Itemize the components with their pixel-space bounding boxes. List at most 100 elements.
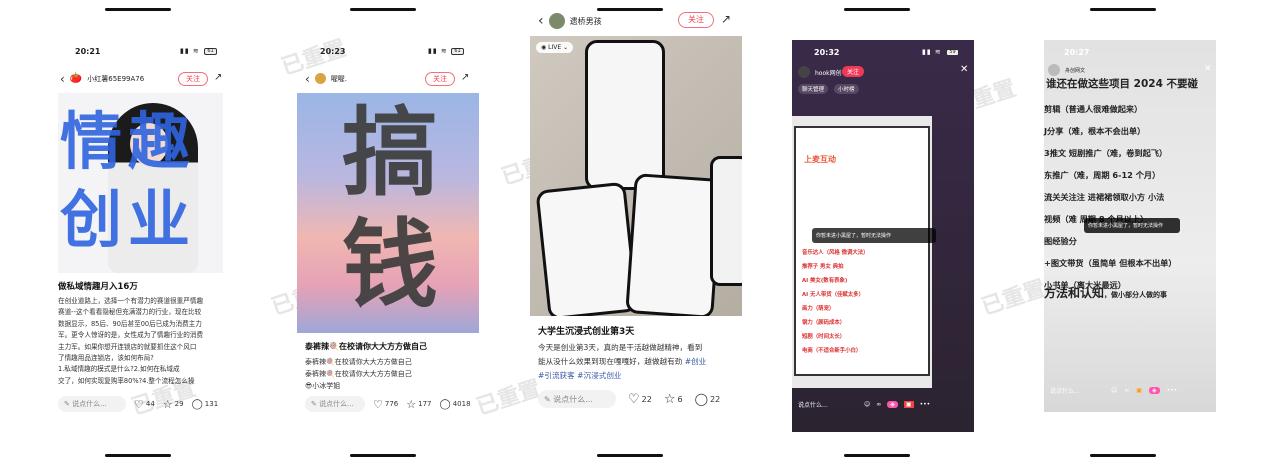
like-count: 22 <box>641 394 652 404</box>
comment-input[interactable]: 说点什么... <box>798 400 858 409</box>
post-image[interactable]: 搞钱 <box>297 93 479 333</box>
post-image[interactable]: ◉ LIVE ⌄ <box>530 36 742 316</box>
comment-input[interactable]: ✎ 说点什么... <box>305 396 365 412</box>
username[interactable]: 舟创网文 <box>1065 67 1085 74</box>
project-list: 剪辑（普通人很难做起来） J分享（难，根本不会出单） 3推文 短剧推广（难，卷到起飞… <box>1044 104 1177 290</box>
comment-icon[interactable]: ◯ <box>192 399 203 410</box>
shop-icon[interactable]: ▣ <box>903 401 914 408</box>
link-icon[interactable]: ∞ <box>876 401 881 408</box>
username[interactable]: 遗桥男孩 <box>570 16 602 27</box>
comment-input[interactable]: ✎ 说点什么... <box>538 390 616 408</box>
home-indicator <box>844 454 910 457</box>
close-icon[interactable]: ✕ <box>1204 64 1212 74</box>
tomato-avatar: 🍅 <box>69 73 83 84</box>
hashtag[interactable]: #创业 <box>685 357 707 366</box>
footer-small: ，做小部分人做的事 <box>1104 291 1168 299</box>
star-count: 6 <box>677 394 683 404</box>
laptop-screen: 上麦互动 音乐达人（风格 微调大法） 推荐子 男女 典拍 AI 美女(数有表象) AI… <box>794 126 930 376</box>
phone-mockup <box>710 156 742 286</box>
live-video[interactable]: 上麦互动 音乐达人（风格 微调大法） 推荐子 男女 典拍 AI 美女(数有表象) AI… <box>792 116 932 388</box>
phone-live-4: 20:32 ▮▮ ≋ 59 hook网创 关注 ✕ 聊天管理 小时榜 上麦互动 … <box>792 40 974 432</box>
comment-count: 4018 <box>452 400 471 408</box>
home-indicator <box>105 454 171 457</box>
screen-title: 上麦互动 <box>804 155 836 164</box>
back-icon[interactable]: ‹ <box>60 73 65 85</box>
heart-icon[interactable]: ♡ <box>134 398 144 411</box>
post-image[interactable]: 情趣创业 <box>58 93 223 273</box>
comment-count: 22 <box>710 394 721 404</box>
smile-icon[interactable]: ☺ <box>1111 387 1117 394</box>
home-indicator <box>597 8 663 11</box>
phone-mockup <box>585 40 665 190</box>
pencil-icon: ✎ <box>544 394 554 404</box>
avatar <box>1048 64 1060 76</box>
link-icon[interactable]: ∞ <box>1124 387 1129 394</box>
watermark: 已重置 <box>978 276 1050 321</box>
home-indicator <box>350 8 416 11</box>
follow-button[interactable]: 关注 <box>425 72 455 86</box>
brush-calligraphy: 搞钱 <box>342 97 438 321</box>
smile-icon[interactable]: ☺ <box>864 401 870 408</box>
post-body: 泰裤辣🍭在校请你大大方方做自己 泰裤辣🍭在校请你大大方方做自己 😎小冰学姐 <box>305 358 412 390</box>
heart-icon[interactable]: ♡ <box>373 398 383 411</box>
tag-chip[interactable]: 聊天管理 <box>798 84 829 94</box>
avatar <box>314 73 326 84</box>
toast: 你暂未进小黑屋了，暂时无法操作 <box>812 228 936 243</box>
username[interactable]: hook网创 <box>815 68 842 77</box>
battery-icon: 59 <box>946 49 959 56</box>
shop-icon[interactable]: ▣ <box>1136 387 1142 394</box>
more-icon[interactable]: ••• <box>1167 387 1178 394</box>
close-icon[interactable]: ✕ <box>960 64 968 75</box>
star-icon[interactable]: ☆ <box>406 398 416 411</box>
share-icon[interactable]: ↗ <box>461 72 469 83</box>
status-time: 20:32 <box>814 48 840 57</box>
home-indicator <box>1090 8 1156 11</box>
pencil-icon: ✎ <box>64 400 73 408</box>
home-indicator <box>844 8 910 11</box>
star-icon[interactable]: ☆ <box>664 392 676 407</box>
status-time: 20:21 <box>75 47 101 56</box>
handwritten-title: 情趣创业 <box>60 105 197 256</box>
back-icon[interactable]: ‹ <box>538 14 544 28</box>
avatar <box>798 66 810 78</box>
pencil-icon: ✎ <box>311 400 320 408</box>
follow-button[interactable]: 关注 <box>178 72 208 86</box>
comment-icon[interactable]: ◯ <box>440 399 451 410</box>
more-icon[interactable]: ••• <box>920 401 931 408</box>
screen-list: 音乐达人（风格 微调大法） 推荐子 男女 典拍 AI 美女(数有表象) AI 无人带货… <box>802 250 869 354</box>
home-indicator <box>105 8 171 11</box>
share-icon[interactable]: ↗ <box>721 12 731 26</box>
phone-mockup <box>625 173 723 316</box>
signal-icon: ▮▮ ≋ <box>180 47 200 55</box>
avatar <box>548 13 565 29</box>
comment-input[interactable]: 说点什么... <box>1050 386 1104 395</box>
post-body: 今天是创业第3天，真的是干活越做越精神，看到 能从没什么效果到现在嘎嘎好，越做越… <box>538 343 707 380</box>
post-title: 大学生沉浸式创业第3天 <box>538 327 635 337</box>
comment-count: 131 <box>204 400 219 408</box>
post-body: 在创业道路上，选择一个有潜力的赛道很重严情趣 赛道--这个看看隐秘但充满潜力的行业… <box>58 297 204 385</box>
like-count: 776 <box>384 400 399 408</box>
star-icon[interactable]: ☆ <box>163 398 173 411</box>
hashtag[interactable]: #沉浸式创业 <box>577 371 621 380</box>
follow-button[interactable]: 关注 <box>678 12 714 28</box>
username[interactable]: 喔喔. <box>331 74 347 84</box>
home-indicator <box>350 454 416 457</box>
gift-icon[interactable]: ◈ <box>1148 387 1160 394</box>
back-icon[interactable]: ‹ <box>305 73 310 85</box>
share-icon[interactable]: ↗ <box>214 72 222 83</box>
comment-input[interactable]: ✎ 说点什么... <box>58 396 126 412</box>
comment-icon[interactable]: ◯ <box>695 392 708 406</box>
follow-button[interactable]: 关注 <box>842 66 865 77</box>
signal-icon: ▮▮ ≋ <box>428 47 448 55</box>
watermark: 已重置 <box>473 376 545 421</box>
battery-icon: 61 <box>204 48 217 55</box>
hashtag[interactable]: #引流获客 <box>538 371 575 380</box>
tag-chip[interactable]: 小时榜 <box>834 84 859 94</box>
heart-icon[interactable]: ♡ <box>628 392 640 407</box>
home-indicator <box>597 454 663 457</box>
gift-icon[interactable]: ◈ <box>887 401 898 408</box>
toast: 你暂未进小黑屋了，暂时无法操作 <box>1084 218 1180 233</box>
phone-mockup <box>535 181 639 316</box>
headline: 谁还在做这些项目 2024 不要碰 <box>1046 78 1199 90</box>
username[interactable]: 小红薯65E99A76 <box>87 74 144 84</box>
